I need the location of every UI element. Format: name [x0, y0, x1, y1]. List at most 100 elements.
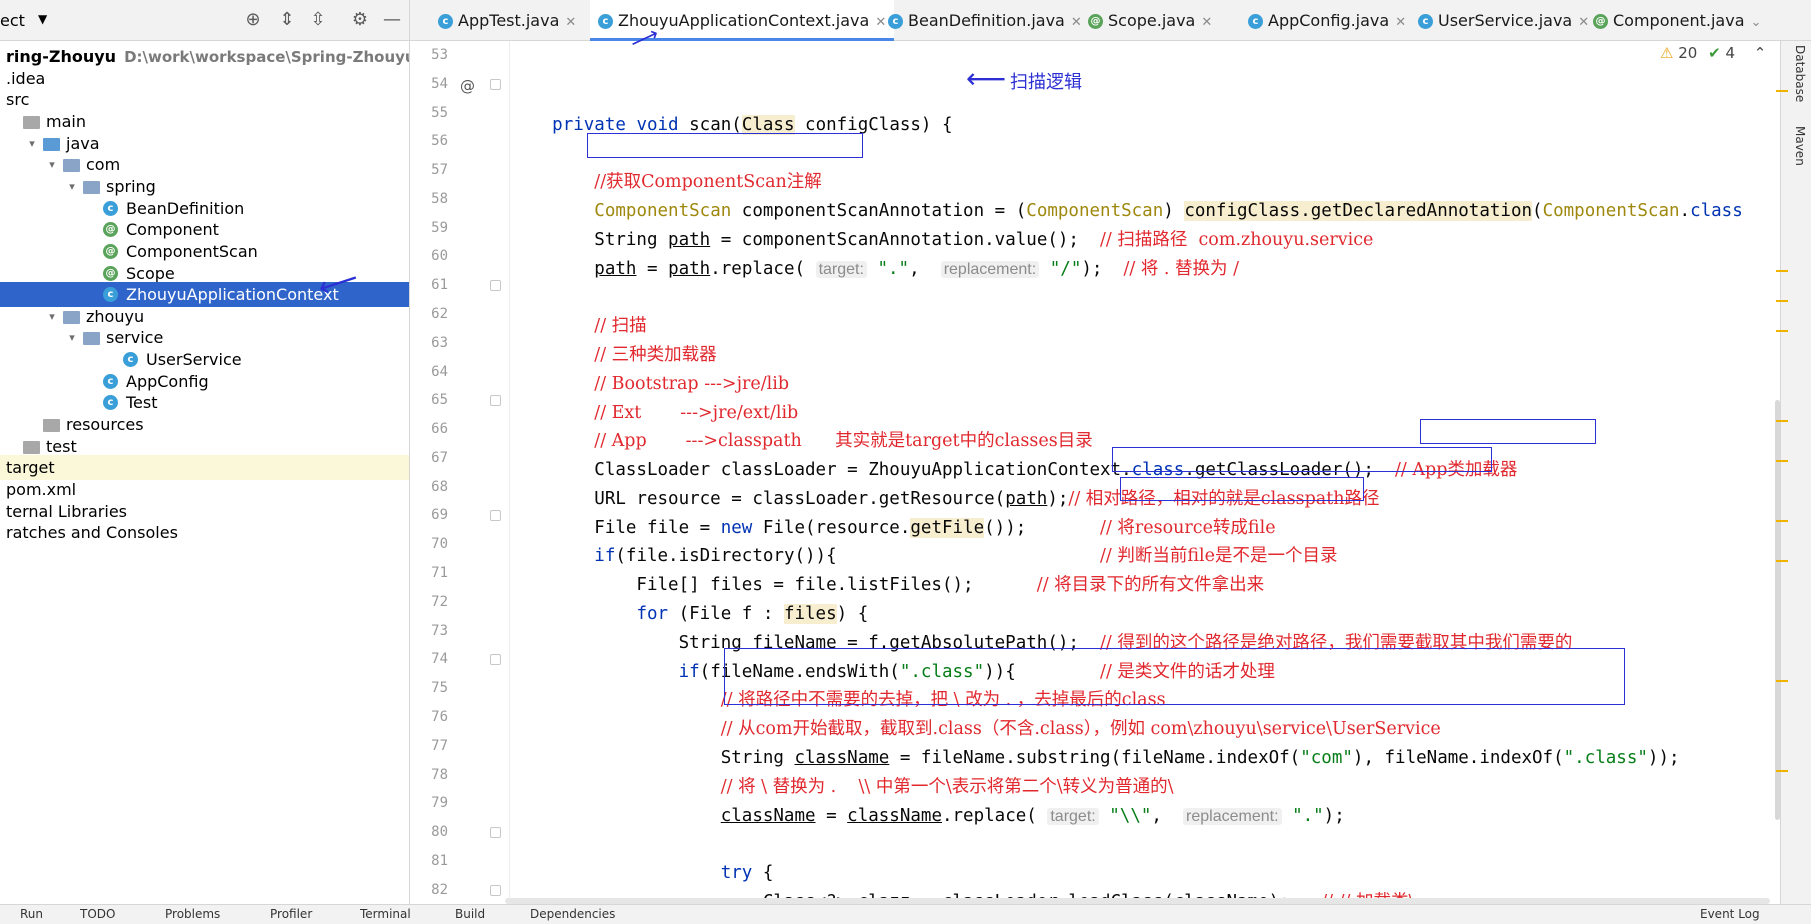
- bottom-tool-button[interactable]: Profiler: [270, 907, 312, 921]
- fold-icon[interactable]: [490, 827, 501, 839]
- error-stripe-mark[interactable]: [1776, 90, 1788, 92]
- class-icon: c: [1418, 14, 1433, 29]
- bottom-tool-bar: Run TODO Problems Profiler Terminal Build Depe…: [0, 904, 1811, 924]
- locate-icon[interactable]: ⊕: [241, 8, 265, 32]
- fold-icon[interactable]: [490, 395, 501, 407]
- bottom-tool-button[interactable]: Run: [20, 907, 43, 921]
- error-stripe-mark[interactable]: [1776, 560, 1788, 562]
- editor-tab[interactable]: @ Component.java ⌄: [1585, 0, 1769, 41]
- inspection-status[interactable]: ⚠ 20 ✔ 4 ⌃ ⌄: [1660, 44, 1798, 62]
- code-line[interactable]: // 三种类加载器: [510, 341, 716, 369]
- bottom-tool-button[interactable]: Build: [455, 907, 485, 921]
- editor-tab[interactable]: @ Scope.java ✕: [1080, 0, 1220, 41]
- bottom-tool-button[interactable]: Event Log: [1700, 907, 1760, 921]
- code-line[interactable]: try {: [510, 859, 774, 887]
- annotation-box: [1120, 477, 1364, 501]
- line-number: 73: [431, 622, 448, 639]
- code-line[interactable]: for (File f : files) {: [510, 600, 868, 628]
- fold-icon[interactable]: [490, 884, 501, 896]
- fold-icon[interactable]: [490, 280, 501, 292]
- bottom-tool-button[interactable]: Dependencies: [530, 907, 615, 921]
- code-line[interactable]: className = className.replace( target: "…: [510, 802, 1345, 830]
- code-line[interactable]: File[] files = file.listFiles(); // 将目录下…: [510, 571, 1264, 599]
- line-number: 64: [431, 363, 448, 380]
- arrow-left-icon: ⟵: [966, 62, 1007, 95]
- line-number: 58: [431, 190, 448, 207]
- error-stripe-mark[interactable]: [1776, 270, 1788, 272]
- error-stripe-mark[interactable]: [1776, 770, 1788, 772]
- code-line[interactable]: // 将 \ 替换为 . \\ 中第一个\表示将第二个\转义为普通的\: [510, 773, 1174, 801]
- error-stripe-mark[interactable]: [1776, 300, 1788, 302]
- error-stripe-mark[interactable]: [1776, 520, 1788, 522]
- class-icon: c: [123, 352, 138, 368]
- chevron-down-icon[interactable]: ▼: [38, 12, 47, 26]
- tab-label: UserService.java: [1438, 11, 1573, 30]
- override-marker-icon[interactable]: @: [460, 77, 475, 95]
- editor-tab[interactable]: c AppConfig.java ✕: [1240, 0, 1414, 41]
- scan-note-label: 扫描逻辑: [1010, 72, 1082, 93]
- tab-label: BeanDefinition.java: [908, 11, 1065, 30]
- gear-icon[interactable]: ⚙: [348, 8, 372, 32]
- class-icon: c: [103, 395, 118, 411]
- chevron-down-icon[interactable]: ⌄: [1751, 15, 1762, 30]
- line-number: 59: [431, 219, 448, 236]
- hide-icon[interactable]: —: [380, 8, 404, 32]
- line-number: 78: [431, 766, 448, 783]
- package-icon: [83, 180, 100, 194]
- code-line[interactable]: // Ext --->jre/ext/lib: [510, 399, 798, 427]
- code-line[interactable]: if(file.isDirectory()){ // 判断当前file是不是一个…: [510, 542, 1337, 570]
- error-stripe-mark[interactable]: [1776, 680, 1788, 682]
- maven-tool-label[interactable]: Maven: [1787, 126, 1807, 166]
- error-stripe-mark[interactable]: [1776, 460, 1788, 462]
- bottom-tool-button[interactable]: Problems: [165, 907, 220, 921]
- fold-icon[interactable]: [490, 510, 501, 522]
- close-icon[interactable]: ✕: [565, 15, 576, 30]
- package-icon: [63, 159, 80, 173]
- project-toolbar: ect ▼ ⊕ ⇕ ⇳ ⚙ —: [0, 0, 409, 41]
- editor-tab[interactable]: c UserService.java ✕: [1410, 0, 1597, 41]
- code-line[interactable]: // 扫描: [510, 312, 646, 340]
- tab-label: Scope.java: [1108, 11, 1196, 30]
- editor-tab[interactable]: c BeanDefinition.java ✕: [880, 0, 1090, 41]
- code-line[interactable]: //获取ComponentScan注解: [510, 168, 821, 196]
- project-path: D:\work\workspace\Spring-Zhouyu: [124, 48, 410, 66]
- code-line[interactable]: File file = new File(resource.getFile())…: [510, 514, 1276, 542]
- code-line[interactable]: // 从com开始截取，截取到.class（不含.class），例如 com\z…: [510, 715, 1441, 743]
- code-line[interactable]: String path = componentScanAnnotation.va…: [510, 226, 1373, 254]
- check-icon: ✔: [1708, 44, 1721, 62]
- warning-icon: ⚠: [1660, 44, 1674, 62]
- folder-icon: [23, 115, 40, 129]
- line-number: 57: [431, 162, 448, 179]
- code-line[interactable]: String className = fileName.substring(fi…: [510, 744, 1680, 772]
- code-line[interactable]: // App --->classpath 其实就是target中的classes…: [510, 427, 1092, 455]
- bottom-tool-button[interactable]: Terminal: [360, 907, 411, 921]
- class-icon: c: [103, 287, 118, 303]
- annotation-icon: @: [103, 222, 118, 238]
- collapse-all-icon[interactable]: ⇳: [306, 8, 330, 32]
- database-tool-label[interactable]: Database: [1787, 45, 1807, 102]
- chevron-up-icon[interactable]: ⌃: [1754, 44, 1767, 62]
- line-number: 69: [431, 507, 448, 524]
- fold-icon[interactable]: [490, 78, 501, 90]
- editor-tab[interactable]: c AppTest.java ✕: [430, 0, 584, 41]
- code-line[interactable]: path = path.replace( target: ".", replac…: [510, 255, 1239, 283]
- package-icon: [83, 332, 100, 346]
- expand-all-icon[interactable]: ⇕: [275, 8, 299, 32]
- code-line[interactable]: ComponentScan componentScanAnnotation = …: [510, 197, 1743, 225]
- annotation-icon: @: [1593, 14, 1608, 29]
- code-line[interactable]: // Bootstrap --->jre/lib: [510, 370, 789, 398]
- line-number: 77: [431, 737, 448, 754]
- error-stripe-mark[interactable]: [1776, 420, 1788, 422]
- line-number: 55: [431, 104, 448, 121]
- fold-icon[interactable]: [490, 654, 501, 666]
- code-editor[interactable]: private void scan(Class configClass) { /…: [510, 41, 1780, 904]
- project-panel-title[interactable]: ect: [0, 11, 25, 30]
- class-icon: c: [1248, 14, 1263, 29]
- annotation-icon: @: [103, 243, 118, 259]
- bottom-tool-button[interactable]: TODO: [80, 907, 115, 921]
- close-icon[interactable]: ✕: [1395, 15, 1406, 30]
- error-stripe-mark[interactable]: [1776, 330, 1788, 332]
- tree-node[interactable]: ratches and Consoles: [0, 520, 409, 545]
- tab-label: Component.java: [1613, 11, 1745, 30]
- close-icon[interactable]: ✕: [1201, 15, 1212, 30]
